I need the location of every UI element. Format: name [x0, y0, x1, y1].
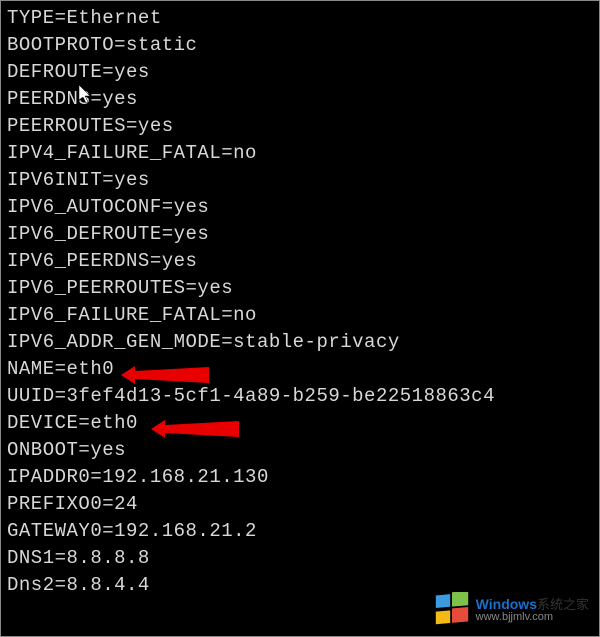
config-line: DEVICE=eth0: [7, 410, 593, 437]
config-line: IPV6_FAILURE_FATAL=no: [7, 302, 593, 329]
config-line: PEERDNS=yes: [7, 86, 593, 113]
config-line: BOOTPROTO=static: [7, 32, 593, 59]
config-line: IPV6_PEERDNS=yes: [7, 248, 593, 275]
watermark-brand: Windows: [476, 596, 537, 612]
config-line: IPV6INIT=yes: [7, 167, 593, 194]
terminal-output: TYPE=Ethernet BOOTPROTO=static DEFROUTE=…: [1, 1, 599, 603]
config-line: IPV4_FAILURE_FATAL=no: [7, 140, 593, 167]
config-line: IPV6_AUTOCONF=yes: [7, 194, 593, 221]
config-line: UUID=3fef4d13-5cf1-4a89-b259-be22518863c…: [7, 383, 593, 410]
config-line: DNS1=8.8.8.8: [7, 545, 593, 572]
config-line: PREFIXO0=24: [7, 491, 593, 518]
config-line: TYPE=Ethernet: [7, 5, 593, 32]
watermark: Windows系统之家 www.bjjmlv.com: [434, 592, 589, 628]
config-line: IPV6_PEERROUTES=yes: [7, 275, 593, 302]
config-line: GATEWAY0=192.168.21.2: [7, 518, 593, 545]
config-line: IPV6_ADDR_GEN_MODE=stable-privacy: [7, 329, 593, 356]
windows-logo-icon: [434, 592, 470, 628]
config-line: IPADDR0=192.168.21.130: [7, 464, 593, 491]
config-line: IPV6_DEFROUTE=yes: [7, 221, 593, 248]
config-line: NAME=eth0: [7, 356, 593, 383]
config-line: ONBOOT=yes: [7, 437, 593, 464]
config-line: DEFROUTE=yes: [7, 59, 593, 86]
watermark-text: Windows系统之家 www.bjjmlv.com: [476, 597, 589, 622]
config-line: PEERROUTES=yes: [7, 113, 593, 140]
